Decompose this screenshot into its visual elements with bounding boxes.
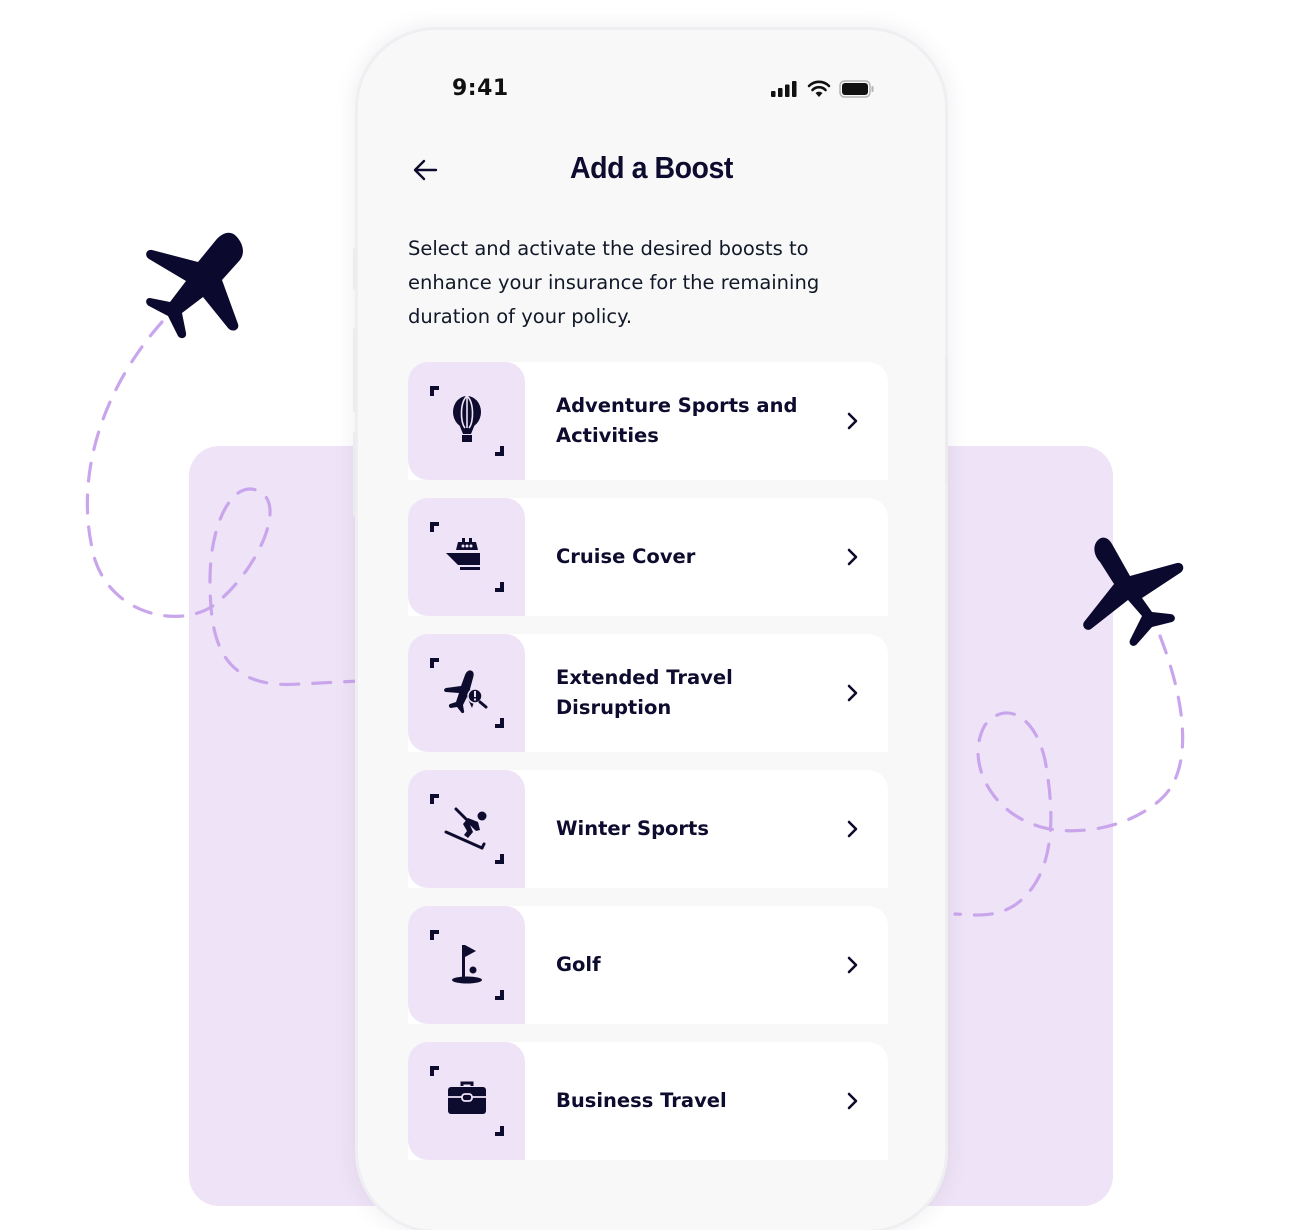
boost-label: Cruise Cover — [556, 545, 696, 568]
boost-card-golf[interactable]: Golf — [408, 906, 888, 1024]
boost-card-extended-travel-disruption[interactable]: Extended Travel Disruption — [408, 634, 888, 752]
phone-power-button — [945, 355, 948, 485]
page-description: Select and activate the desired boosts t… — [408, 237, 820, 328]
chevron-right-icon — [847, 412, 858, 430]
flight-alert-icon — [430, 658, 504, 728]
status-bar: 9:41 — [358, 30, 945, 150]
airplane-icon-left — [146, 232, 243, 339]
page-title: Add a Boost — [570, 150, 733, 185]
phone-volume-up-button — [353, 328, 356, 412]
phone-frame: 9:41 Add a Boost Select and activate the… — [358, 30, 945, 1230]
golf-flag-icon — [430, 930, 504, 1000]
chevron-right-icon — [847, 956, 858, 974]
page-header: Add a Boost — [358, 148, 945, 198]
boost-label: Golf — [556, 953, 601, 976]
status-time: 9:41 — [452, 76, 509, 101]
icon-box — [408, 770, 525, 888]
icon-box — [408, 498, 525, 616]
chevron-right-icon — [847, 820, 858, 838]
hot-air-balloon-icon — [430, 386, 504, 456]
cruise-ship-icon — [430, 522, 504, 592]
icon-box — [408, 634, 525, 752]
briefcase-icon — [430, 1066, 504, 1136]
battery-icon — [839, 80, 874, 98]
boost-label: Extended Travel Disruption — [556, 666, 733, 719]
boost-card-cruise-cover[interactable]: Cruise Cover — [408, 498, 888, 616]
boost-label: Business Travel — [556, 1089, 727, 1112]
cellular-signal-icon — [771, 81, 797, 97]
icon-box — [408, 362, 525, 480]
chevron-right-icon — [847, 1092, 858, 1110]
skiing-icon — [430, 794, 504, 864]
boost-list: Adventure Sports and Activities Cruise C… — [408, 362, 888, 1178]
icon-box — [408, 906, 525, 1024]
boost-card-business-travel[interactable]: Business Travel — [408, 1042, 888, 1160]
phone-volume-down-button — [353, 432, 356, 516]
chevron-right-icon — [847, 684, 858, 702]
icon-box — [408, 1042, 525, 1160]
wifi-icon — [807, 80, 831, 97]
boost-card-adventure-sports[interactable]: Adventure Sports and Activities — [408, 362, 888, 480]
boost-label: Winter Sports — [556, 817, 709, 840]
phone-silent-switch — [353, 248, 356, 290]
boost-label: Adventure Sports and Activities — [556, 394, 798, 447]
chevron-right-icon — [847, 548, 858, 566]
boost-card-winter-sports[interactable]: Winter Sports — [408, 770, 888, 888]
